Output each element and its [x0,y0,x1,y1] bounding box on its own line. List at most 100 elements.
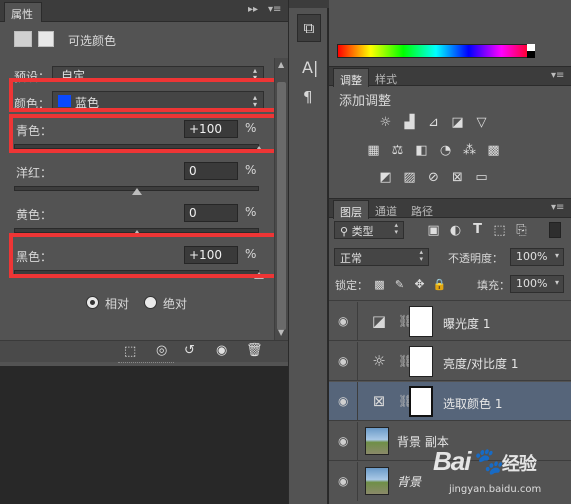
color-lookup-icon[interactable]: ▩ [485,143,502,158]
properties-title: 可选颜色 [68,34,117,48]
filter-select[interactable]: ⚲ 类型 ▴ ▾ [334,221,404,239]
lock-move-icon[interactable]: ✥ [411,277,428,292]
selective-color-icon[interactable]: ⊠ [449,170,466,185]
threshold-icon[interactable]: ⊘ [425,170,442,185]
gradient-map-icon[interactable]: ▭ [473,170,490,185]
posterize-icon[interactable]: ▨ [401,170,418,185]
tab-styles[interactable]: 样式 [369,68,403,87]
lock-paint-icon[interactable]: ✎ [391,277,408,292]
visibility-eye-icon[interactable]: ◉ [216,343,227,358]
opacity-label: 不透明度： [448,252,503,265]
toolstrip-header [289,0,329,8]
character-panel-icon[interactable]: A| [302,58,318,77]
layer-row-brightness[interactable]: ◉ ☼ ⛓ 亮度/对比度 1 [329,342,571,381]
eye-icon[interactable]: ◉ [338,394,348,408]
tab-properties[interactable]: 属性 [4,2,42,22]
percent-unit: % [245,205,257,219]
blend-mode-select[interactable]: 正常 ▴ ▾ [334,248,429,266]
mask-icon[interactable] [38,31,54,47]
radio-relative[interactable] [86,296,99,309]
watermark-brand: Bai [433,446,471,476]
resize-grip[interactable] [118,362,174,365]
slider-label: 洋红： [16,166,53,180]
percent-unit: % [245,163,257,177]
filter-value: 类型 [351,225,374,238]
opacity-value: 100% [516,250,548,263]
panel-menu-icon[interactable]: ▾≡ [268,4,281,15]
color-balance-icon[interactable]: ⚖ [389,143,406,158]
tab-adjustments[interactable]: 调整 [333,68,369,87]
clip-to-layer-icon[interactable]: ⬚ [124,344,136,359]
cube-3d-icon[interactable]: ⧉ [297,14,321,42]
trash-icon[interactable]: 🗑 [246,343,263,358]
brightness-icon: ☼ [372,352,386,370]
collapse-icon[interactable]: ▸▸ [248,4,258,15]
lock-all-icon[interactable]: 🔒 [431,277,448,292]
type-filter-icon[interactable]: T [469,222,486,237]
absolute-label: 绝对 [163,297,188,311]
color-spectrum[interactable] [337,44,535,58]
black-white-icon[interactable]: ◧ [413,143,430,158]
layer-row-selective-color[interactable]: ◉ ⊠ ⛓ 选取颜色 1 [329,382,571,421]
curves-icon[interactable]: ⊿ [425,115,442,130]
eye-icon[interactable]: ◉ [338,474,348,488]
shape-filter-icon[interactable]: ⬚ [491,223,508,238]
invert-icon[interactable]: ◩ [377,170,394,185]
selective-color-icon: ⊠ [372,392,386,410]
scroll-thumb[interactable] [277,82,286,330]
radio-absolute[interactable] [144,296,157,309]
search-icon: ⚲ [340,225,352,238]
exposure-icon[interactable]: ◪ [449,115,466,130]
scroll-up-icon[interactable]: ▲ [278,60,284,69]
highlight-colors [9,78,286,112]
vibrance-icon[interactable]: ▽ [473,115,490,130]
layers-menu-icon[interactable]: ▾≡ [551,202,564,213]
slider-label: 黄色： [16,208,53,222]
adjustment-filter-icon[interactable]: ◐ [447,223,464,238]
smart-object-filter-icon[interactable]: ⎘ [513,223,530,238]
hue-saturation-icon[interactable]: ▦ [365,143,382,158]
adjustments-menu-icon[interactable]: ▾≡ [551,70,564,81]
layer-row-exposure[interactable]: ◉ ◪ ⛓ 曝光度 1 [329,302,571,341]
reset-icon[interactable]: ↺ [184,343,195,358]
right-panels: 调整 样式 ▾≡ 添加调整 ☼ ▟ ⊿ ◪ ▽ ▦ ⚖ ◧ ◔ ⁂ ▩ ◩ ▨ … [329,0,571,504]
opacity-field[interactable]: 100% ▾ [510,248,564,266]
properties-scrollbar[interactable]: ▲ ▼ [274,58,288,340]
paragraph-icon[interactable]: ¶ [303,88,313,106]
highlight-black [9,233,278,278]
slider-value-field[interactable]: 0 [184,204,238,222]
layer-mask-thumb[interactable] [409,386,433,417]
tab-channels[interactable]: 通道 [369,200,403,219]
layer-name: 曝光度 1 [443,317,491,331]
scroll-down-icon[interactable]: ▼ [278,328,284,337]
slider-thumb[interactable] [131,188,142,195]
watermark-logo: Bai🐾经验 [433,446,537,476]
layer-thumbnail [365,467,389,495]
pixel-filter-icon[interactable]: ▣ [425,223,442,238]
layer-mask-thumb[interactable] [409,306,433,337]
eye-icon[interactable]: ◉ [338,354,348,368]
lock-label: 锁定： [335,279,368,292]
filter-toggle[interactable] [549,222,561,238]
watermark-url: jingyan.baidu.com [449,484,542,495]
tab-layers[interactable]: 图层 [333,200,369,219]
fill-value: 100% [516,277,548,290]
slider-value-field[interactable]: 0 [184,162,238,180]
eye-icon[interactable]: ◉ [338,434,348,448]
black-swatch[interactable] [527,51,535,58]
eye-icon[interactable]: ◉ [338,314,348,328]
brightness-icon[interactable]: ☼ [377,115,394,130]
tab-paths[interactable]: 路径 [405,200,439,219]
fill-field[interactable]: 100% ▾ [510,275,564,293]
channel-mixer-icon[interactable]: ⁂ [461,143,478,158]
properties-bottom-bar: ⬚ ◎ ↺ ◉ 🗑 [0,340,288,362]
white-swatch[interactable] [527,44,535,51]
levels-icon[interactable]: ▟ [401,115,418,130]
view-previous-icon[interactable]: ◎ [156,343,167,358]
layer-mask-thumb[interactable] [409,346,433,377]
adjustments-heading: 添加调整 [339,94,392,109]
photo-filter-icon[interactable]: ◔ [437,143,454,158]
properties-tabbar: 属性 ▸▸ ▾≡ [0,0,291,22]
exposure-icon: ◪ [371,312,387,330]
lock-transparent-icon[interactable]: ▩ [371,277,388,292]
